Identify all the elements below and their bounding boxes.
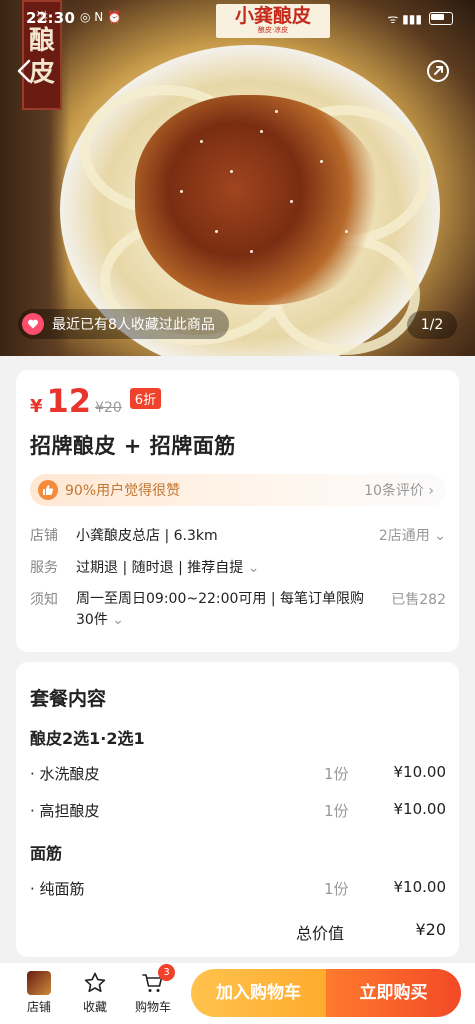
cart-icon: 3 [141, 964, 175, 995]
notice-row[interactable]: 须知 周一至周日09:00~22:00可用 | 每笔订单限购 30件 ⌄ 已售2… [30, 589, 446, 631]
chevron-left-icon [17, 59, 31, 83]
back-button[interactable] [10, 56, 40, 86]
total-value: ¥20 [415, 920, 446, 939]
nav-cart-button[interactable]: 3 购物车 [128, 964, 178, 1015]
service-label: 服务 [30, 560, 58, 576]
notice-text-line1: 周一至周日09:00~22:00可用 | 每笔订单限购 [76, 591, 365, 607]
praise-text: 90%用户觉得很赞 [65, 483, 181, 499]
discount-badge: 6折 [129, 388, 162, 409]
package-item-name: · 纯面筋 [30, 880, 85, 898]
share-button[interactable] [423, 56, 453, 86]
review-link[interactable]: 10条评价 › [364, 480, 434, 500]
service-value: 过期退 | 随时退 | 推荐自提 ⌄ [76, 557, 259, 577]
status-notification-icons: ◎ N ⏰ [80, 10, 123, 24]
share-icon [427, 60, 449, 82]
price-row: ¥ 12 ¥20 6折 [30, 382, 162, 420]
notice-label: 须知 [30, 592, 58, 608]
chevron-down-icon: ⌄ [434, 528, 446, 544]
product-info-card: ¥ 12 ¥20 6折 招牌酿皮 + 招牌面筋 90%用户觉得很赞 10条评价 … [16, 370, 459, 652]
favorite-notice: 最近已有8人收藏过此商品 [18, 309, 229, 339]
wifi-signal-icon: ᯤ ▮▮▮ [387, 12, 422, 26]
package-item-qty: 1份 [324, 765, 349, 783]
package-card: 套餐内容 酿皮2选1·2选1 · 水洗酿皮 1份 ¥10.00 · 高担酿皮 1… [16, 662, 459, 957]
bottom-action-bar: 店铺 收藏 3 购物车 加入购物车 立即购买 [0, 963, 475, 1024]
package-item-price: ¥10.00 [393, 878, 447, 896]
status-system-icons: ᯤ ▮▮▮ [387, 10, 453, 27]
heart-icon [22, 313, 44, 335]
nav-store-button[interactable]: 店铺 [14, 971, 64, 1015]
praise-bar[interactable]: 90%用户觉得很赞 10条评价 › [30, 474, 446, 506]
store-applicable-link[interactable]: 2店通用 ⌄ [379, 525, 446, 545]
chevron-right-icon: › [428, 483, 434, 499]
purchase-buttons: 加入购物车 立即购买 [191, 969, 461, 1017]
package-group-title: 面筋 [30, 844, 63, 863]
notice-value: 周一至周日09:00~22:00可用 | 每笔订单限购 30件 ⌄ [76, 589, 396, 631]
nav-cart-label: 购物车 [134, 1000, 171, 1014]
add-to-cart-button[interactable]: 加入购物车 [191, 969, 326, 1017]
nav-store-label: 店铺 [26, 1000, 51, 1014]
buy-now-button[interactable]: 立即购买 [326, 969, 461, 1017]
service-row[interactable]: 服务 过期退 | 随时退 | 推荐自提 ⌄ [30, 557, 446, 577]
chevron-down-icon: ⌄ [247, 560, 260, 576]
thumbs-up-icon [38, 480, 58, 500]
package-item-name: · 高担酿皮 [30, 802, 100, 820]
sold-count: 已售282 [391, 592, 446, 608]
store-value: 小龚酿皮总店 | 6.3km [76, 528, 218, 544]
product-title: 招牌酿皮 + 招牌面筋 [30, 434, 236, 458]
nav-favorite-label: 收藏 [82, 1000, 107, 1014]
original-price: ¥20 [95, 400, 122, 416]
package-item-price: ¥10.00 [393, 763, 447, 781]
store-avatar-icon [27, 971, 51, 995]
total-label: 总价值 [296, 924, 345, 943]
favorite-notice-text: 最近已有8人收藏过此商品 [52, 317, 215, 333]
cart-count-badge: 3 [158, 964, 175, 981]
package-item-name: · 水洗酿皮 [30, 765, 100, 783]
package-item-qty: 1份 [324, 802, 349, 820]
package-group-title: 酿皮2选1·2选1 [30, 729, 145, 748]
status-bar: 22:30 ◎ N ⏰ ᯤ ▮▮▮ [0, 0, 475, 36]
package-item-qty: 1份 [324, 880, 349, 898]
store-row[interactable]: 店铺 小龚酿皮总店 | 6.3km 2店通用 ⌄ [30, 525, 446, 545]
current-price: 12 [46, 382, 92, 420]
star-icon [83, 971, 107, 995]
store-applicable-text: 2店通用 [378, 528, 430, 544]
battery-icon [429, 12, 453, 25]
chevron-down-icon: ⌄ [107, 612, 125, 628]
service-text: 过期退 | 随时退 | 推荐自提 [76, 560, 244, 576]
notice-text-line2: 30件 [76, 612, 108, 628]
status-time: 22:30 [26, 9, 76, 27]
nav-favorite-button[interactable]: 收藏 [70, 971, 120, 1015]
currency-symbol: ¥ [30, 396, 43, 417]
product-image[interactable] [0, 0, 475, 356]
package-title: 套餐内容 [30, 688, 107, 710]
store-label: 店铺 [30, 528, 58, 544]
review-count: 10条评价 [364, 483, 424, 499]
package-item-price: ¥10.00 [393, 800, 447, 818]
image-page-indicator: 1/2 [407, 311, 457, 339]
